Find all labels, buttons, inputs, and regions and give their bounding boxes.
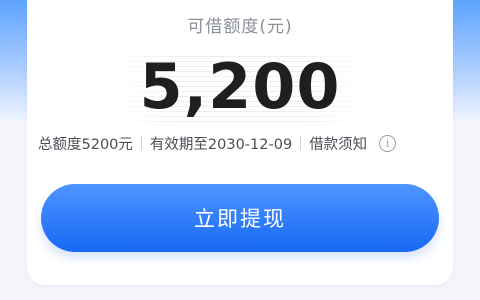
divider xyxy=(300,136,302,150)
loan-notice-link[interactable]: 借款须知 xyxy=(309,133,367,154)
divider xyxy=(140,136,142,150)
validity-text: 有效期至2030-12-09 xyxy=(149,136,293,153)
loan-info-row: 总额度5200元 有效期至2030-12-09 借款须知 i xyxy=(38,132,448,154)
amount-display: 5,200 xyxy=(0,48,480,126)
info-circle-icon[interactable]: i xyxy=(379,134,397,152)
available-amount: 5,200 xyxy=(139,50,341,123)
withdraw-button[interactable]: 立即提现 xyxy=(41,184,439,252)
total-limit-text: 总额度5200元 xyxy=(38,136,133,153)
available-limit-title: 可借额度(元) xyxy=(187,17,293,37)
